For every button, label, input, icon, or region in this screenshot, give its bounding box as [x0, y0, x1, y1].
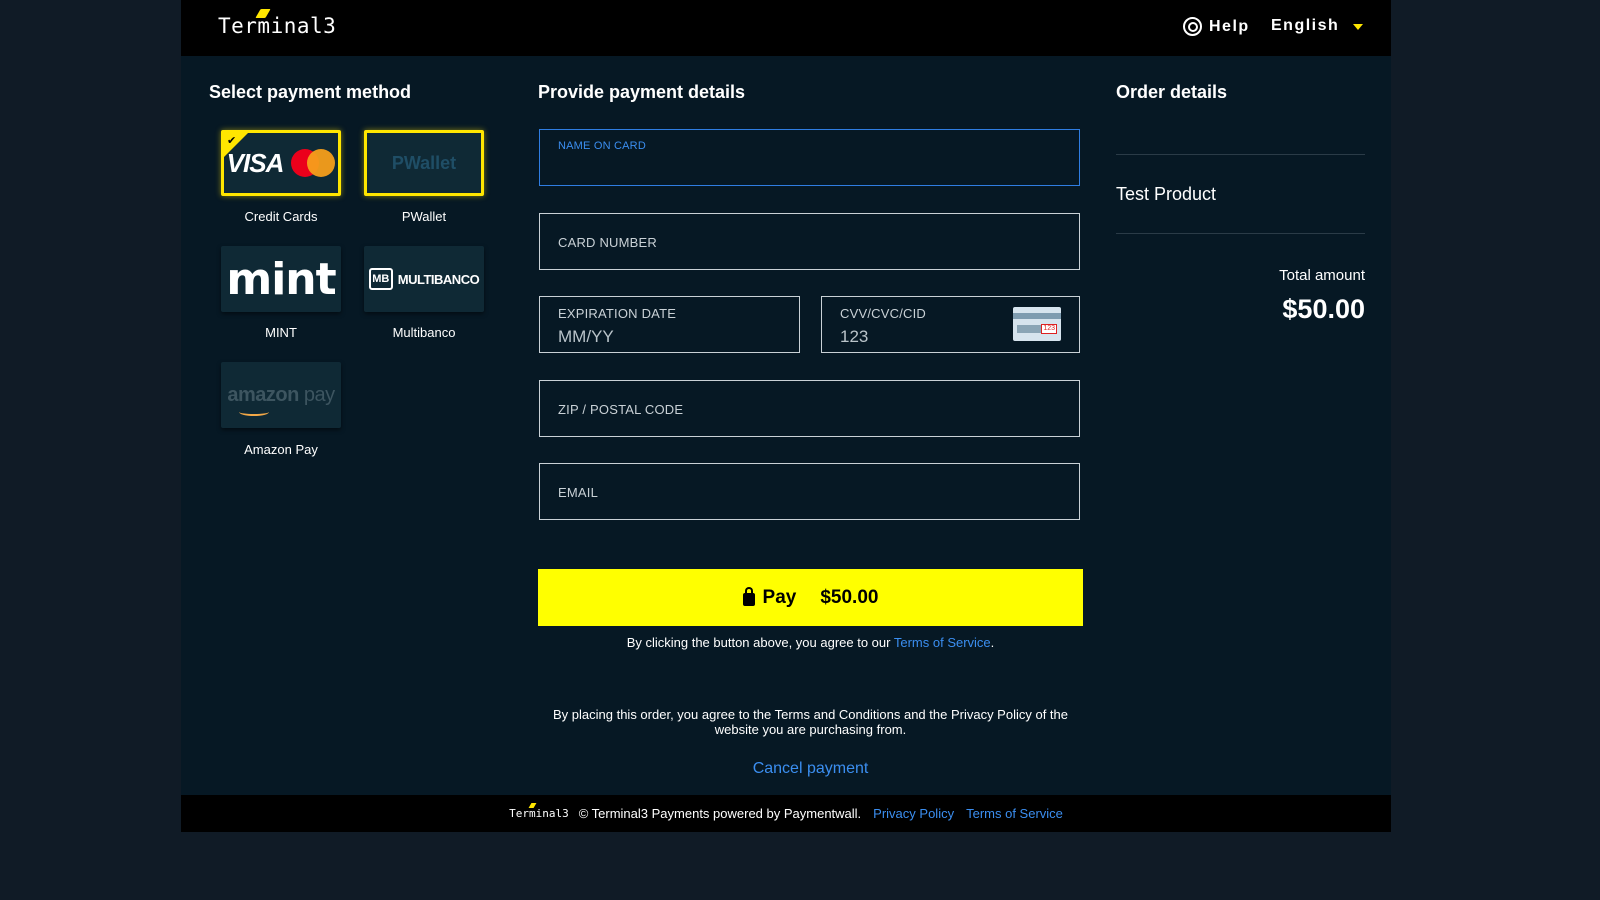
footer-copyright: © Terminal3 Payments powered by Paymentw… — [578, 806, 862, 821]
payment-method-label: Amazon Pay — [244, 442, 318, 457]
mint-logo: mint — [226, 253, 336, 305]
agree-text: By clicking the button above, you agree … — [626, 635, 891, 650]
expiration-placeholder: MM/YY — [558, 327, 614, 346]
total-amount-label: Total amount — [1279, 267, 1365, 284]
top-bar: Terminal3 Help English — [181, 0, 1391, 56]
cancel-payment-link: Cancel payment — [538, 760, 1083, 778]
payment-method-multibanco[interactable]: MB MULTIBANCO — [364, 246, 484, 312]
cvv-placeholder: 123 — [840, 327, 869, 346]
amazon-pay-logo: amazon pay — [227, 383, 335, 416]
multibanco-logo-text: MULTIBANCO — [397, 271, 480, 287]
caret-down-icon — [1353, 24, 1364, 30]
pay-amount: $50.00 — [820, 586, 879, 608]
pay-button[interactable]: Pay $50.00 — [538, 569, 1083, 626]
card-number-label: CARD NUMBER — [558, 235, 657, 250]
name-on-card-field[interactable]: NAME ON CARD — [539, 129, 1080, 186]
expiration-date-label: EXPIRATION DATE — [558, 306, 677, 321]
language-label: English — [1271, 17, 1340, 34]
product-name: Test Product — [1116, 184, 1217, 204]
checkout-frame: Terminal3 Help English Select payment me… — [181, 0, 1391, 831]
footer-privacy-link[interactable]: Privacy Policy — [873, 806, 954, 821]
footer-logo: Terminal3 — [509, 803, 569, 820]
payment-method-amazon-pay[interactable]: amazon pay — [221, 362, 341, 428]
mb-badge: MB — [368, 268, 393, 290]
zip-code-field[interactable]: ZIP / POSTAL CODE — [539, 380, 1080, 437]
amazon-pay-suffix: pay — [303, 383, 335, 406]
card-back-code: 123 — [1041, 324, 1057, 334]
lifebuoy-icon — [1183, 17, 1202, 36]
payment-method-label: Multibanco — [392, 325, 456, 340]
payment-details-title: Provide payment details — [538, 82, 746, 102]
order-placing-notice: By placing this order, you agree to the … — [553, 707, 1068, 737]
payment-method-credit-cards[interactable]: ✔ VISA — [221, 130, 341, 196]
payment-method-title: Select payment method — [209, 82, 412, 102]
order-divider — [1116, 154, 1365, 155]
logo-text: Terminal3 — [218, 14, 337, 38]
payment-method-label: Credit Cards — [244, 209, 318, 224]
order-details-title: Order details — [1116, 82, 1228, 102]
total-amount-value: $50.00 — [1282, 294, 1365, 324]
name-on-card-label: NAME ON CARD — [558, 140, 646, 152]
language-selector[interactable]: English — [1271, 17, 1364, 35]
help-link[interactable]: Help — [1183, 17, 1250, 36]
checkmark-icon: ✔ — [227, 135, 237, 147]
terms-of-service-link[interactable]: Terms of Service — [894, 635, 991, 650]
pay-label: Pay — [762, 586, 797, 608]
footer-terms-link[interactable]: Terms of Service — [966, 806, 1063, 821]
terms-agreement-text: By clicking the button above, you agree … — [626, 635, 995, 650]
email-field[interactable]: EMAIL — [539, 463, 1080, 520]
card-number-field[interactable]: CARD NUMBER — [539, 213, 1080, 270]
payment-method-pwallet[interactable]: PWallet — [364, 130, 484, 196]
multibanco-logo: MB MULTIBANCO — [368, 268, 480, 290]
email-label: EMAIL — [558, 485, 599, 500]
cancel-payment-button[interactable]: Cancel payment — [753, 760, 869, 777]
pwallet-logo: PWallet — [391, 152, 457, 173]
payment-method-label: MINT — [265, 325, 297, 340]
amazon-smile-icon — [239, 408, 270, 416]
cvv-field[interactable]: CVV/CVC/CID 123 123 — [821, 296, 1080, 353]
order-divider — [1116, 233, 1365, 234]
payment-method-mint[interactable]: mint — [221, 246, 341, 312]
mastercard-logo — [291, 149, 336, 177]
payment-method-label: PWallet — [401, 209, 447, 224]
card-back-icon: 123 — [1013, 307, 1061, 341]
lock-icon — [742, 587, 755, 606]
cvv-label: CVV/CVC/CID — [840, 306, 926, 321]
zip-code-label: ZIP / POSTAL CODE — [558, 402, 684, 417]
help-label: Help — [1209, 17, 1250, 35]
footer: Terminal3 © Terminal3 Payments powered b… — [181, 795, 1391, 832]
amazon-logo-text: amazon — [227, 383, 299, 406]
terminal3-logo: Terminal3 — [218, 9, 337, 38]
footer-logo-text: Terminal3 — [509, 807, 569, 820]
expiration-date-field[interactable]: EXPIRATION DATE MM/YY — [539, 296, 800, 353]
